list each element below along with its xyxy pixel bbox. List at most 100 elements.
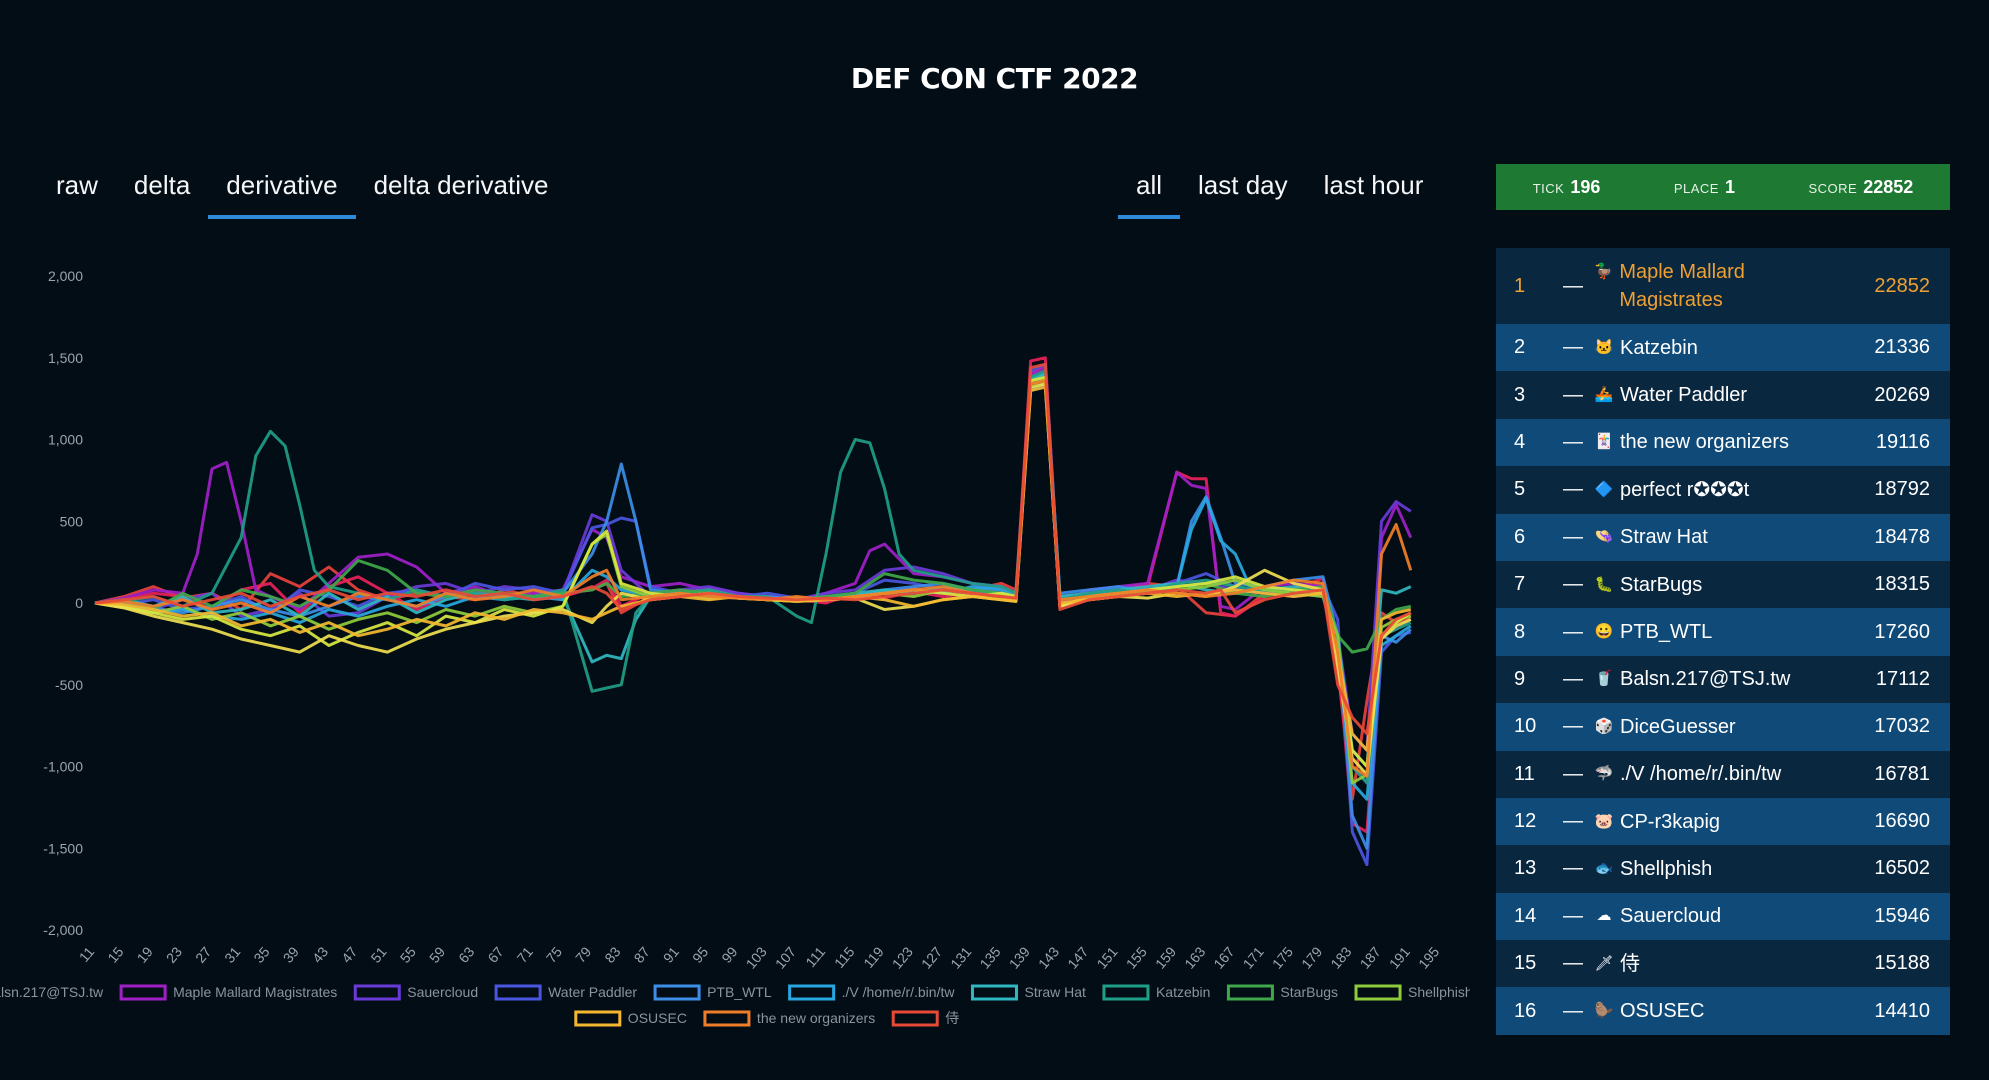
leaderboard-row[interactable]: 3 — 🚣 Water Paddler 20269: [1496, 371, 1950, 419]
rank-change: —: [1563, 857, 1583, 880]
team-cell: 🚣 Water Paddler: [1594, 381, 1846, 409]
x-tick-label: 159: [1152, 943, 1179, 971]
team-score: 15946: [1874, 904, 1930, 927]
legend-item[interactable]: Water Paddler: [494, 984, 637, 1001]
team-cell: 🐱 Katzebin: [1594, 334, 1846, 362]
y-tick-label: 1,000: [48, 432, 83, 448]
leaderboard-row[interactable]: 14 — ☁ Sauercloud 15946: [1496, 892, 1950, 941]
x-tick-label: 63: [455, 943, 477, 965]
leaderboard-row[interactable]: 15— 🗡 侍 15188: [1496, 940, 1950, 988]
x-tick-label: 19: [134, 943, 156, 965]
dice-icon: 🎲: [1594, 717, 1614, 735]
legend-item[interactable]: Sauercloud: [353, 984, 478, 1001]
rank-change: —: [1563, 383, 1583, 406]
leaderboard-row[interactable]: 1 — 🦆 Maple Mallard Magistrates 22852: [1496, 248, 1950, 324]
place-label: PLACE: [1673, 180, 1719, 196]
x-tick-label: 127: [918, 943, 945, 971]
x-tick-label: 47: [338, 943, 360, 965]
y-tick-label: 2,000: [48, 268, 83, 284]
rank: 8: [1514, 620, 1526, 643]
team-score: 18792: [1874, 478, 1930, 501]
place-value: 1: [1724, 176, 1735, 197]
legend-item[interactable]: Balsn.217@TSJ.tw: [0, 984, 104, 1000]
x-tick-label: 59: [426, 943, 448, 965]
y-tick-label: 1,500: [48, 350, 83, 366]
bug-icon: 🐛: [1594, 575, 1614, 593]
x-tick-label: 183: [1327, 943, 1354, 971]
team-cell: 🦫 OSUSEC: [1594, 997, 1846, 1025]
series-line[interactable]: [94, 369, 1412, 752]
leaderboard-row[interactable]: 4 — 🃏 the new organizers 19116: [1496, 418, 1950, 467]
rank: 1: [1514, 274, 1526, 297]
y-tick-label: -500: [55, 677, 83, 693]
x-tick-label: 119: [860, 943, 887, 971]
legend-swatch: [494, 984, 542, 1001]
series-line[interactable]: [94, 372, 1412, 768]
tab-raw[interactable]: raw: [38, 170, 116, 209]
leaderboard-row[interactable]: 12 — 🐷 CP-r3kapig 16690: [1496, 797, 1950, 846]
legend-label: Sauercloud: [407, 984, 478, 1000]
series-line[interactable]: [94, 375, 1412, 768]
legend-item[interactable]: OSUSEC: [574, 1010, 687, 1027]
rank-change: —: [1563, 762, 1583, 785]
team-cell: 🐟 Shellphish: [1594, 855, 1846, 883]
legend-item[interactable]: StarBugs: [1226, 984, 1338, 1001]
tab-all[interactable]: all: [1118, 170, 1181, 219]
duck-icon: 🦆: [1594, 263, 1613, 280]
leaderboard-row[interactable]: 10 — 🎲 DiceGuesser 17032: [1496, 703, 1950, 751]
leaderboard-row[interactable]: 6 — 👒 Straw Hat 18478: [1496, 513, 1950, 561]
x-tick-label: 115: [831, 943, 858, 971]
legend-item[interactable]: Straw Hat: [970, 984, 1086, 1001]
legend-item[interactable]: Katzebin: [1102, 984, 1210, 1001]
team-cell: 😀 PTB_WTL: [1594, 618, 1846, 646]
x-tick-label: 171: [1240, 943, 1267, 971]
team-cell: 🐷 CP-r3kapig: [1594, 808, 1846, 836]
rank-change: —: [1563, 810, 1583, 833]
legend-label: PTB_WTL: [707, 984, 772, 1000]
legend-item[interactable]: PTB_WTL: [653, 984, 772, 1001]
x-tick-label: 167: [1210, 943, 1237, 971]
legend-row: OSUSEC the new organizers 侍: [574, 1010, 959, 1027]
leaderboard-row[interactable]: 9 — 🥤 Balsn.217@TSJ.tw 17112: [1496, 655, 1950, 704]
rank: 7: [1514, 573, 1526, 596]
legend-item[interactable]: 侍: [891, 1010, 959, 1027]
series-line[interactable]: [94, 385, 1412, 752]
tab-last-day[interactable]: last day: [1180, 170, 1306, 209]
legend-item[interactable]: Maple Mallard Magistrates: [119, 984, 337, 1001]
team-name: Sauercloud: [1620, 905, 1722, 928]
tab-derivative[interactable]: derivative: [208, 170, 356, 219]
team-score: 15188: [1874, 952, 1930, 975]
legend-row: perfect r✪✪✪tBalsn.217@TSJ.twMaple Malla…: [0, 984, 1470, 1001]
place-stat: PLACE 1: [1674, 177, 1735, 198]
legend-label: the new organizers: [757, 1010, 875, 1026]
x-tick-label: 103: [743, 943, 770, 971]
series-line[interactable]: [94, 382, 1412, 777]
legend-item[interactable]: ./V /home/r/.bin/tw: [788, 984, 956, 1001]
team-name: StarBugs: [1620, 573, 1703, 596]
tab-delta-derivative[interactable]: delta derivative: [356, 170, 567, 209]
score-value: 22852: [1863, 176, 1914, 197]
team-name: CP-r3kapig: [1620, 810, 1721, 833]
leaderboard-row[interactable]: 2 — 🐱 Katzebin 21336: [1496, 324, 1950, 372]
leaderboard-row[interactable]: 13 — 🐟 Shellphish 16502: [1496, 845, 1950, 893]
x-tick-label: 195: [1415, 943, 1442, 971]
legend-swatch: [970, 984, 1018, 1001]
tab-last-hour[interactable]: last hour: [1306, 170, 1442, 209]
leaderboard-row[interactable]: 11 — 🦈 ./V /home/r/.bin/tw 16781: [1496, 750, 1950, 798]
team-name: perfect r✪✪✪t: [1620, 478, 1750, 501]
x-tick-label: 23: [163, 943, 185, 965]
range-tabs: all last day last hour: [1118, 170, 1442, 219]
leaderboard-row[interactable]: 8 — 😀 PTB_WTL 17260: [1496, 608, 1950, 656]
x-tick-label: 143: [1035, 943, 1062, 971]
legend-item[interactable]: the new organizers: [703, 1010, 875, 1027]
tab-delta[interactable]: delta: [116, 170, 208, 209]
x-tick-label: 51: [367, 943, 389, 965]
leaderboard-row[interactable]: 5 — 🔷 perfect r✪✪✪t 18792: [1496, 466, 1950, 514]
legend-item[interactable]: Shellphish: [1354, 984, 1470, 1001]
leaderboard-row[interactable]: 7 — 🐛 StarBugs 18315: [1496, 560, 1950, 609]
x-tick-label: 11: [76, 943, 98, 965]
leaderboard-row[interactable]: 16 — 🦫 OSUSEC 14410: [1496, 987, 1950, 1035]
x-tick-label: 71: [514, 943, 536, 965]
team-name: ./V /home/r/.bin/tw: [1620, 763, 1782, 786]
rank: 12: [1514, 810, 1537, 833]
